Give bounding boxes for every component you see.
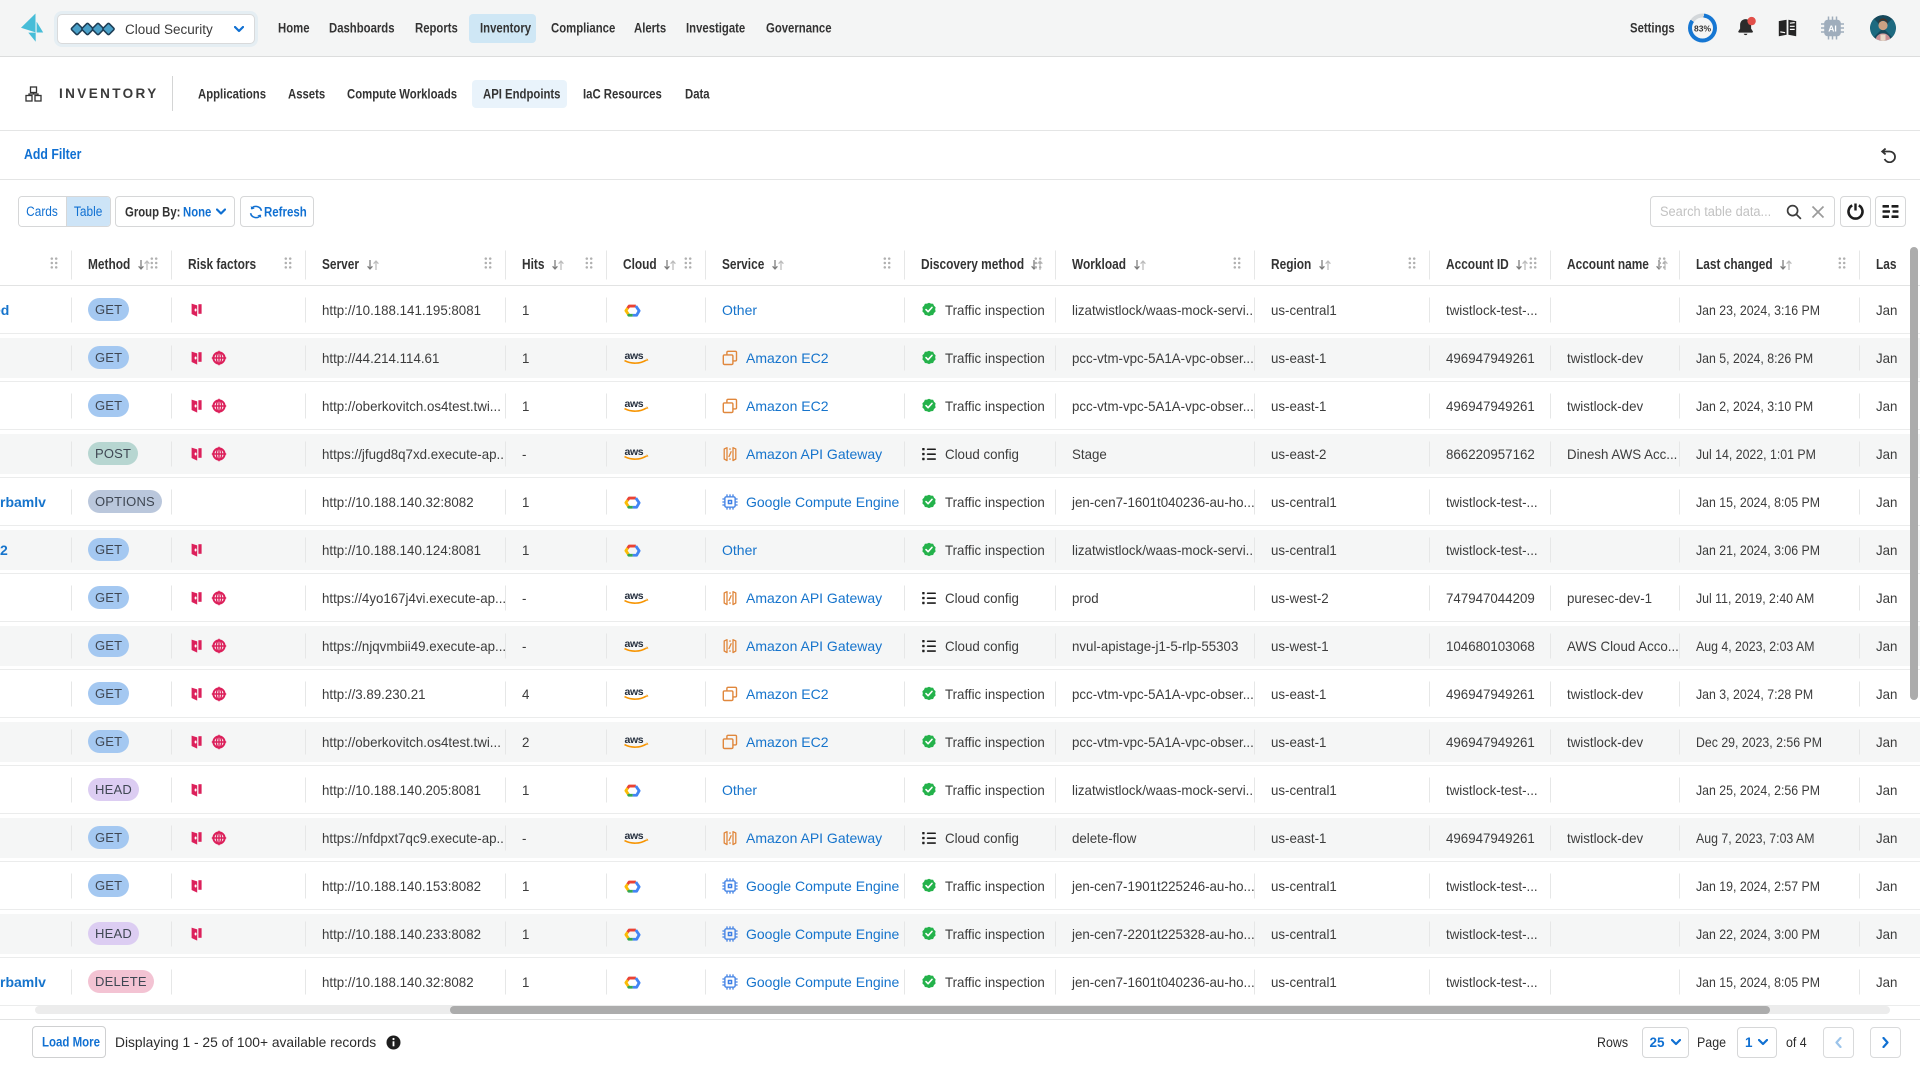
svg-text:aws: aws (625, 734, 644, 746)
svg-text:aws: aws (625, 830, 644, 842)
svg-text:AI: AI (1828, 23, 1837, 33)
svg-text:aws: aws (625, 638, 644, 650)
svg-text:aws: aws (625, 590, 644, 602)
svg-text:aws: aws (625, 686, 644, 698)
svg-text:aws: aws (625, 446, 644, 458)
svg-text:aws: aws (625, 398, 644, 410)
svg-text:aws: aws (625, 350, 644, 362)
